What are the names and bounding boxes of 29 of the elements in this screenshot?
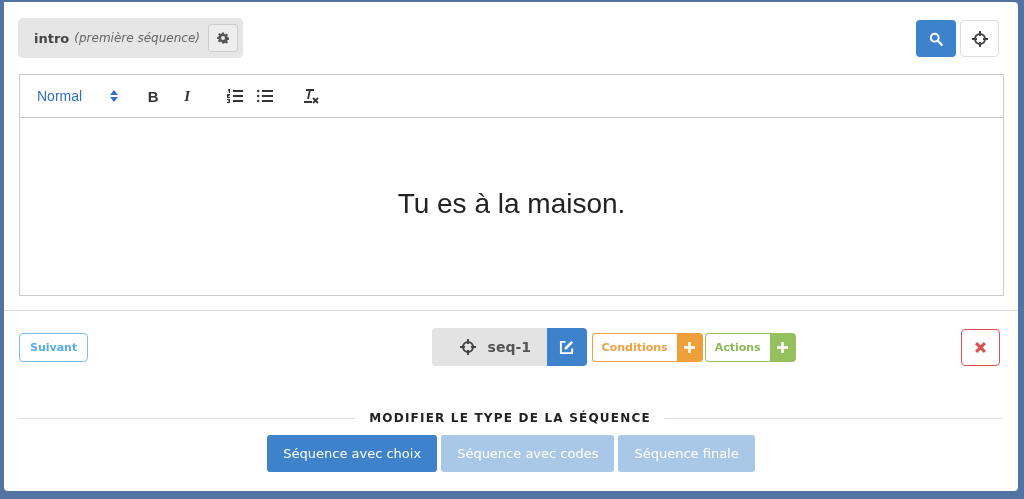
settings-button[interactable] (207, 24, 238, 52)
target-button[interactable] (960, 20, 999, 57)
delete-button[interactable] (961, 328, 1000, 366)
next-button[interactable]: Suivant (19, 332, 89, 362)
dropdown-arrows-icon (110, 90, 119, 102)
plus-icon (777, 341, 789, 353)
crosshair-icon (971, 30, 988, 47)
section-title: MODIFIER LE TYPE DE LA SÉQUENCE (369, 411, 651, 425)
actions-button[interactable]: Actions (704, 332, 770, 362)
format-dropdown[interactable]: Normal (37, 88, 83, 104)
sequence-name: intro (34, 30, 70, 46)
close-icon (975, 341, 986, 353)
sequence-id: seq-1 (487, 339, 531, 355)
bullet-list-icon (257, 89, 274, 103)
clear-format-icon (303, 88, 320, 104)
edit-icon (559, 339, 575, 355)
numbered-list-icon (227, 89, 244, 103)
plus-icon (684, 341, 696, 353)
sequence-type-button[interactable]: Séquence avec choix (267, 435, 438, 472)
conditions-button[interactable]: Conditions (591, 332, 677, 362)
crosshair-icon (459, 339, 476, 355)
italic-button[interactable]: I (176, 85, 199, 107)
sequence-note: (première séquence) (74, 31, 200, 45)
settings-icon (216, 32, 229, 44)
editor-text[interactable]: Tu es à la maison. (20, 118, 1003, 295)
edit-button[interactable] (546, 328, 587, 366)
search-icon (929, 31, 943, 46)
bold-button[interactable]: B (142, 85, 165, 107)
search-button[interactable] (916, 20, 956, 57)
